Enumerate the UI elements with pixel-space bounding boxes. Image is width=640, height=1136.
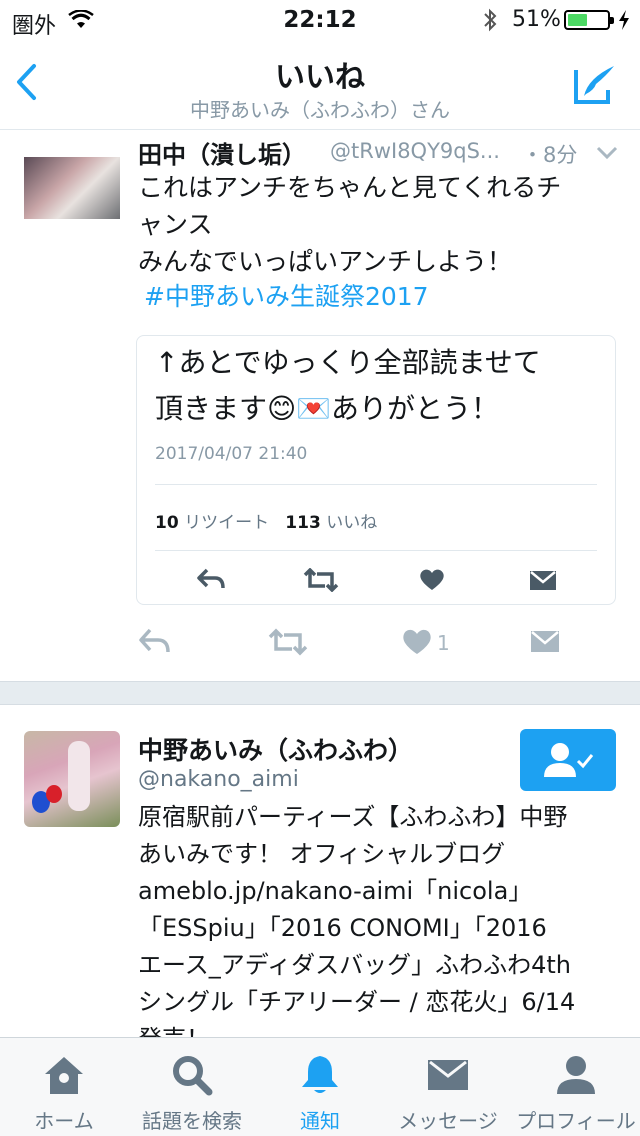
- tweet-text-line: これはアンチをちゃんと見てくれるチ: [138, 173, 562, 202]
- quoted-text-line: ↑あとでゆっくり全部読ませて: [155, 346, 541, 379]
- section-divider: [0, 681, 640, 705]
- user-name[interactable]: 中野あいみ（ふわふわ）: [138, 731, 413, 767]
- reply-icon[interactable]: [138, 628, 170, 658]
- tab-home[interactable]: ホーム: [0, 1038, 128, 1136]
- quoted-tweet-stats: 10 リツイート 113 いいね: [155, 508, 377, 533]
- tab-label: プロフィール: [516, 1109, 636, 1133]
- envelope-icon: [428, 1060, 468, 1090]
- battery-nub: [610, 17, 614, 24]
- search-icon: [173, 1056, 213, 1096]
- tweet[interactable]: 田中（潰し垢） @tRwI8QY9qS... ・8分 これはアンチをちゃんと見て…: [0, 131, 640, 681]
- nav-bar: いいね 中野あいみ（ふわふわ）さん: [0, 40, 640, 130]
- user-card[interactable]: 中野あいみ（ふわふわ） @nakano_aimi 原宿駅前パーティーズ【ふわふわ…: [0, 705, 640, 1037]
- status-bar: 圏外 22:12 51%: [0, 0, 640, 40]
- following-button[interactable]: [520, 729, 616, 791]
- quoted-text-line: 頂きます😊💌ありがとう！: [155, 392, 500, 425]
- bluetooth-icon: [482, 8, 498, 36]
- tweet-timestamp: ・8分: [522, 143, 578, 167]
- tab-label: メッセージ: [398, 1109, 498, 1133]
- chevron-down-icon[interactable]: [596, 145, 618, 164]
- retweet-icon[interactable]: [268, 628, 308, 660]
- tab-label: 通知: [300, 1109, 340, 1133]
- user-avatar[interactable]: [24, 731, 120, 827]
- divider: [155, 484, 597, 485]
- tweet-text-line: みんなでいっぱいアンチしよう！: [138, 247, 513, 276]
- divider: [155, 550, 597, 551]
- retweet-label: リツイート: [184, 513, 270, 533]
- tweet-author-name[interactable]: 田中（潰し垢）: [138, 135, 306, 170]
- tab-bar: ホーム 話題を検索 通知 メッセージ プロフィール: [0, 1037, 640, 1136]
- tweet-text: これはアンチをちゃんと見てくれるチ ャンス みんなでいっぱいアンチしよう！: [138, 169, 628, 280]
- user-handle[interactable]: @nakano_aimi: [138, 767, 299, 792]
- quoted-tweet-date: 2017/04/07 21:40: [155, 444, 308, 464]
- retweet-icon[interactable]: [303, 567, 339, 596]
- following-user-icon: [544, 743, 594, 777]
- tab-label: 話題を検索: [142, 1109, 242, 1133]
- user-bio: 原宿駅前パーティーズ【ふわふわ】中野 あいみです！ オフィシャルブログ ameb…: [138, 803, 576, 1037]
- envelope-icon[interactable]: [530, 628, 560, 658]
- avatar-figure: [68, 741, 90, 811]
- page-subtitle: 中野あいみ（ふわふわ）さん: [190, 98, 450, 122]
- hashtag-link[interactable]: #中野あいみ生誕祭2017: [144, 277, 429, 313]
- battery-icon: [564, 10, 614, 30]
- screen: 圏外 22:12 51% いいね 中野あいみ（ふわふわ）さん 田中（潰し垢） @…: [0, 0, 640, 1136]
- quoted-tweet-card[interactable]: ↑あとでゆっくり全部読ませて 頂きます😊💌ありがとう！ 2017/04/07 2…: [136, 335, 616, 605]
- retweet-count[interactable]: 10: [155, 513, 179, 533]
- balloon-red: [46, 785, 62, 803]
- charging-icon: [617, 9, 631, 35]
- page-title: いいね: [275, 60, 365, 95]
- battery-fill: [568, 14, 587, 26]
- like-label: いいね: [326, 513, 378, 533]
- like-count[interactable]: 113: [285, 513, 321, 533]
- heart-icon[interactable]: [402, 628, 432, 660]
- like-count: 1: [437, 631, 450, 655]
- bell-icon: [302, 1056, 338, 1093]
- avatar-photo: [24, 157, 120, 219]
- tweet-author-handle[interactable]: @tRwI8QY9qS...: [330, 139, 514, 163]
- tab-profile[interactable]: プロフィール: [512, 1038, 640, 1136]
- tab-search[interactable]: 話題を検索: [128, 1038, 256, 1136]
- tab-notifications[interactable]: 通知: [256, 1038, 384, 1136]
- heart-icon[interactable]: [419, 568, 445, 596]
- tab-label: ホーム: [34, 1109, 94, 1133]
- envelope-icon[interactable]: [529, 568, 557, 596]
- home-icon: [45, 1057, 83, 1094]
- battery-percent: 51%: [512, 7, 561, 32]
- tweet-text-line: ャンス: [138, 210, 213, 239]
- quoted-tweet-text: ↑あとでゆっくり全部読ませて 頂きます😊💌ありがとう！: [155, 340, 595, 432]
- tweet-author-avatar[interactable]: [24, 155, 120, 251]
- person-icon: [557, 1056, 595, 1094]
- reply-icon[interactable]: [197, 568, 225, 594]
- compose-tweet-icon[interactable]: [572, 62, 618, 110]
- tab-messages[interactable]: メッセージ: [384, 1038, 512, 1136]
